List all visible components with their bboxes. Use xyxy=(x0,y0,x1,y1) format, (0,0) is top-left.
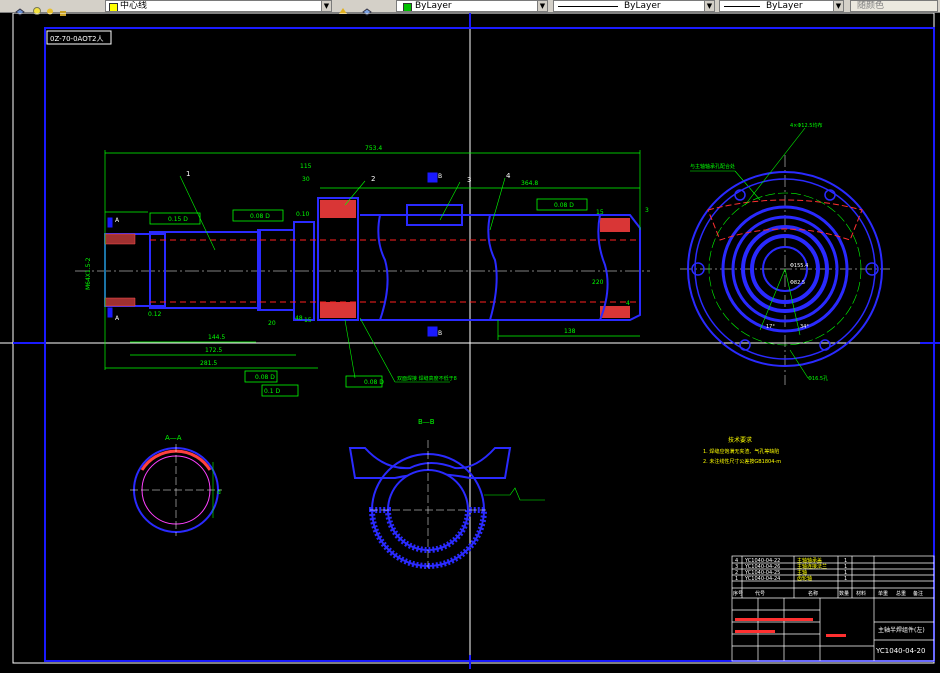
tech-req-2: 2. 未注线性尺寸公差按GB1804-m xyxy=(703,458,781,465)
dim-3: 3 xyxy=(645,207,649,214)
end-view-angle-a: 17° xyxy=(766,324,775,330)
linetype-dropdown[interactable]: ByLayer ▼ xyxy=(553,0,715,12)
layer-freeze-sun-icon[interactable] xyxy=(45,1,55,15)
drawing-number: YC1040-04-20 xyxy=(875,647,925,655)
shaft-hatch xyxy=(104,233,136,307)
balloon-1: 1 xyxy=(186,170,190,178)
section-b-label-bottom: B xyxy=(438,330,442,337)
end-view-dim-inner: Φ155.4 xyxy=(790,263,808,269)
plotstyle-dropdown[interactable]: 随颜色 xyxy=(850,0,938,12)
layer-dropdown[interactable]: 中心线 ▼ xyxy=(105,0,332,12)
tolerance-3: 0.08 D xyxy=(554,202,574,209)
linetype-preview xyxy=(558,6,618,7)
tolerance-1: 0.15 D xyxy=(168,216,188,223)
dim-48: 48 xyxy=(295,315,303,322)
technical-requirements: 技术要求 1. 焊缝应饱满无夹渣、气孔等缺陷 2. 未注线性尺寸公差按GB180… xyxy=(703,436,781,465)
bom-row-2-name: 主轴 xyxy=(797,569,807,576)
balloon-4: 4 xyxy=(506,172,511,180)
color-swatch xyxy=(403,3,412,11)
dim-overall-length: 753.4 xyxy=(365,145,382,152)
layer-on-bulb-icon[interactable] xyxy=(32,1,42,15)
bom-header-no: 序号 xyxy=(733,590,743,597)
dim-15: 15 xyxy=(596,209,604,216)
dim-138: 138 xyxy=(564,328,576,335)
drawing-svg: 0Z-70-0AOT2人 753.4 364.8 144.5 172.5 281… xyxy=(0,12,940,669)
drawing-sheet-border xyxy=(12,12,935,664)
bom-header-total-weight: 总重 xyxy=(896,590,906,597)
properties-toolbar: 中心线 ▼ ByLayer ▼ ByLayer ▼ ByLayer ▼ 随颜色 xyxy=(0,0,940,16)
end-view-angle-b: 34° xyxy=(800,324,809,330)
section-aa-dim: d xyxy=(217,489,221,496)
bom-row-1-qty: 1 xyxy=(844,576,847,582)
bom-header-qty: 数量 xyxy=(839,590,849,597)
plotstyle-value: 随颜色 xyxy=(857,1,885,11)
end-view-note: 4×Φ12.5均布 xyxy=(790,122,822,129)
dim-4: 4 xyxy=(626,300,630,307)
bom-header-unit-weight: 单重 xyxy=(878,590,888,597)
dim-30: 30 xyxy=(302,176,310,183)
lineweight-dropdown[interactable]: ByLayer ▼ xyxy=(719,0,844,12)
bom-header-code: 代号 xyxy=(755,590,765,597)
section-aa-title: A—A xyxy=(165,434,182,442)
color-value: ByLayer xyxy=(415,1,452,11)
balloon-3: 3 xyxy=(467,176,471,184)
layer-name: 中心线 xyxy=(120,1,148,11)
product-name: 主轴半焊组件(左) xyxy=(878,626,925,634)
bom-row-3-name: 主轴连接法兰 xyxy=(797,563,827,570)
layer-previous-icon[interactable] xyxy=(362,1,372,16)
dim-144: 144.5 xyxy=(208,334,225,341)
weld-note-top: 与主轴轴承孔配合处 xyxy=(690,163,735,170)
layer-lock-icon[interactable] xyxy=(58,1,68,16)
layer-states-icon[interactable] xyxy=(15,1,25,16)
bom-header-remarks: 备注 xyxy=(913,590,923,597)
dim-281: 281.5 xyxy=(200,360,217,367)
linetype-value: ByLayer xyxy=(624,1,661,11)
chevron-down-icon[interactable]: ▼ xyxy=(537,1,547,11)
dimension-lines xyxy=(104,150,641,370)
tolerance-2: 0.08 D xyxy=(250,213,270,220)
dim-220: 220 xyxy=(592,279,604,286)
dim-thread: M64X1.5-2 xyxy=(85,257,92,290)
bom-row-1-name: 齿轮轴 xyxy=(797,575,812,582)
chevron-down-icon[interactable]: ▼ xyxy=(833,1,843,11)
balloon-2: 2 xyxy=(371,175,375,183)
dim-115: 115 xyxy=(300,163,312,170)
dim-012: 0.12 xyxy=(148,311,162,318)
section-a-label-top: A xyxy=(115,217,120,224)
bom-row-1-code: YC1040-04-24 xyxy=(744,576,780,582)
section-a-label-bottom: A xyxy=(115,315,120,322)
make-current-layer-icon[interactable] xyxy=(338,1,348,14)
chevron-down-icon[interactable]: ▼ xyxy=(321,1,331,11)
dim-172: 172.5 xyxy=(205,347,222,354)
section-bb-title: B—B xyxy=(418,418,435,426)
dim-364: 364.8 xyxy=(521,180,538,187)
tolerance-6: 0.08 D xyxy=(255,374,275,381)
bom-header-name: 名称 xyxy=(808,590,818,597)
tech-req-1: 1. 焊缝应饱满无夹渣、气孔等缺陷 xyxy=(703,448,779,455)
lineweight-value: ByLayer xyxy=(766,1,803,11)
layer-color-swatch xyxy=(109,3,118,11)
model-space-canvas[interactable]: 0Z-70-0AOT2人 753.4 364.8 144.5 172.5 281… xyxy=(0,12,940,669)
weld-notes xyxy=(395,170,761,383)
tolerance-4: 0.08 D xyxy=(364,379,384,386)
section-aa-view xyxy=(130,444,222,536)
dim-20: 20 xyxy=(268,320,276,327)
color-dropdown[interactable]: ByLayer ▼ xyxy=(396,0,548,12)
bom-row-4-name: 主轴轴承盖 xyxy=(797,557,822,564)
tolerance-5: 0.1 D xyxy=(264,388,280,395)
section-bb-view xyxy=(348,440,545,569)
bom-header-material: 材料 xyxy=(856,590,866,597)
section-b-label-top: B xyxy=(438,173,442,180)
shaft-main-view xyxy=(75,197,650,321)
drawing-code: 0Z-70-0AOT2人 xyxy=(50,35,103,43)
tech-req-title: 技术要求 xyxy=(728,436,752,444)
dim-15-small: 15 xyxy=(304,317,312,324)
bom-row-1-no: 1 xyxy=(735,576,738,582)
weld-note-bottom: 双面焊接 焊缝高度不低于8 xyxy=(397,375,457,382)
chevron-down-icon[interactable]: ▼ xyxy=(704,1,714,11)
end-view-dim-hole: Φ82.5 xyxy=(790,280,805,286)
end-view-dim-bottom: Φ16.5孔 xyxy=(808,375,828,382)
dim-010: 0.10 xyxy=(296,211,310,218)
lineweight-preview xyxy=(724,6,760,7)
